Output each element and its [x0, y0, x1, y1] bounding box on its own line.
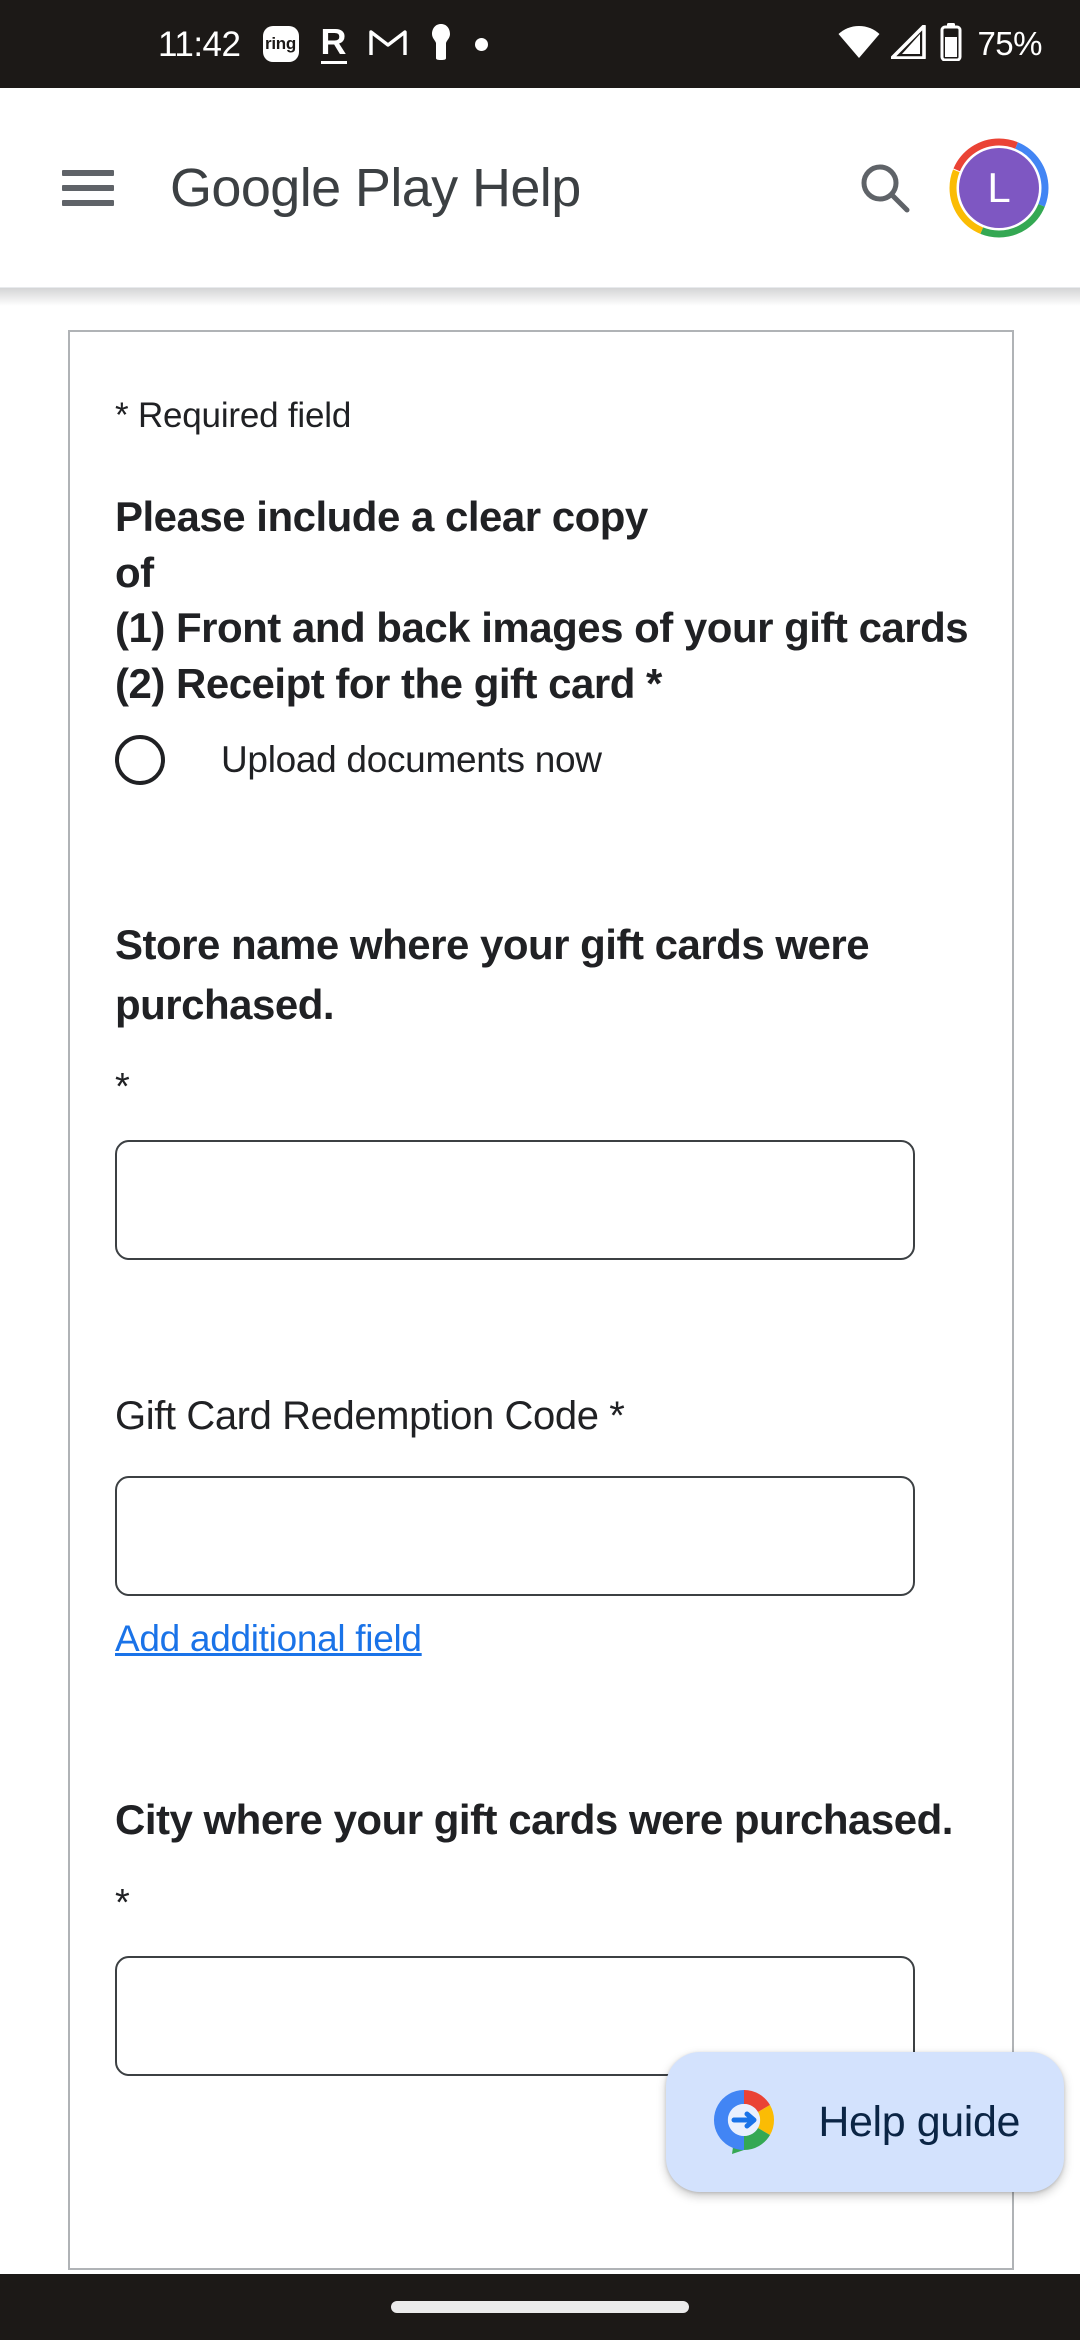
radio-button-unselected-icon[interactable] [115, 735, 165, 785]
field-city: City where your gift cards were purchase… [115, 1790, 967, 2076]
avatar[interactable]: L [946, 135, 1052, 241]
field-store-name-required-marker: * [115, 1066, 130, 1109]
gmail-icon [368, 27, 407, 62]
upload-instruction-line-1: Please include a clear copy [115, 493, 648, 541]
app-bar: Google Play Help L [0, 88, 1080, 288]
battery-percent-label: 75% [977, 25, 1042, 62]
field-city-required-marker: * [115, 1881, 130, 1924]
home-gesture-pill[interactable] [391, 2301, 689, 2313]
field-store-name-label: Store name where your gift cards were pu… [115, 921, 870, 1028]
upload-instruction-line-3: (1) Front and back images of your gift c… [115, 604, 969, 652]
status-bar-left: 11:42 ring R [0, 23, 488, 66]
store-name-input[interactable] [115, 1140, 915, 1261]
system-navigation-bar [0, 2274, 1080, 2340]
main-content: * Required field Please include a clear … [0, 288, 1080, 2274]
status-bar: 11:42 ring R 75% [0, 0, 1080, 88]
avatar-initial: L [959, 147, 1039, 228]
add-additional-field-link[interactable]: Add additional field [115, 1618, 422, 1660]
hamburger-menu-icon[interactable] [62, 169, 114, 206]
help-guide-button[interactable]: Help guide [666, 2052, 1064, 2192]
search-icon[interactable] [850, 153, 920, 223]
page-title: Google Play Help [170, 157, 581, 218]
google-help-guide-icon [706, 2082, 782, 2163]
reddit-icon: R [320, 21, 347, 64]
field-redemption-code-label: Gift Card Redemption Code * [115, 1394, 625, 1439]
keep-notes-icon [429, 23, 453, 66]
field-redemption-code: Gift Card Redemption Code * Add addition… [115, 1390, 967, 1660]
ring-app-icon: ring [262, 26, 299, 62]
battery-icon [939, 22, 963, 66]
help-guide-label: Help guide [818, 2097, 1020, 2146]
upload-instruction: Please include a clear copy of (1) Front… [115, 489, 969, 711]
phone-screen: 11:42 ring R 75% Google Play Help L * Re… [0, 0, 1080, 2340]
status-clock: 11:42 [158, 24, 241, 64]
upload-documents-radio-label: Upload documents now [221, 739, 602, 780]
form-card: * Required field Please include a clear … [68, 330, 1014, 2270]
field-store-name: Store name where your gift cards were pu… [115, 915, 967, 1261]
field-city-label: City where your gift cards were purchase… [115, 1796, 953, 1844]
upload-instruction-line-4: (2) Receipt for the gift card * [115, 659, 662, 707]
required-field-note: * Required field [115, 396, 352, 435]
upload-instruction-line-2: of [115, 548, 154, 596]
status-bar-right: 75% [837, 22, 1042, 66]
dot-icon [474, 37, 488, 51]
wifi-icon [837, 25, 881, 64]
redemption-code-input[interactable] [115, 1476, 915, 1597]
cellular-signal-icon [890, 23, 929, 64]
upload-documents-radio-row[interactable]: Upload documents now [115, 735, 967, 785]
